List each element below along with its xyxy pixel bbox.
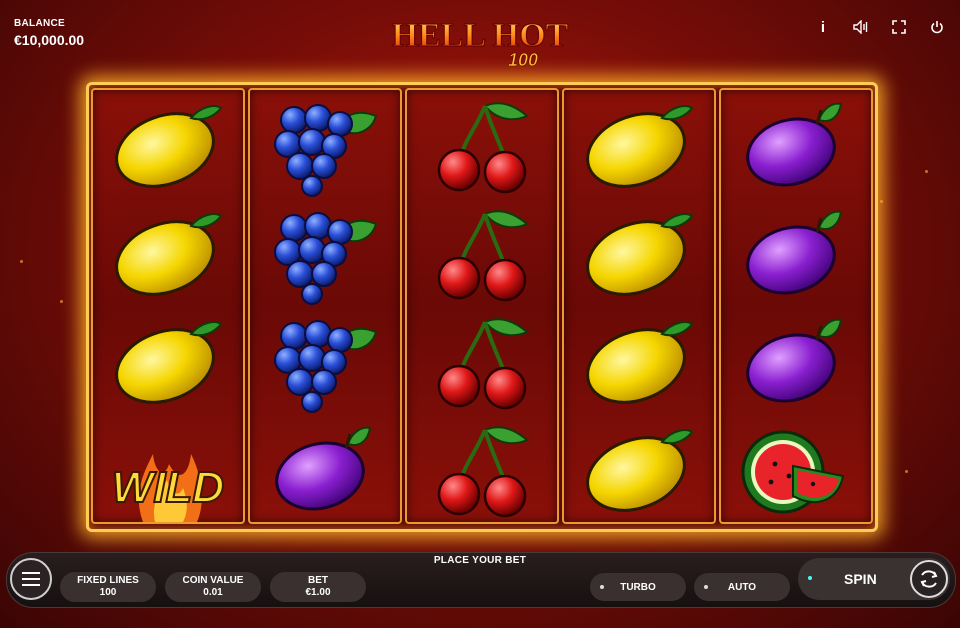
symbol-grapes	[250, 198, 400, 306]
symbol-grapes	[250, 90, 400, 198]
game-logo: HELL HOT 100	[390, 10, 570, 70]
reel-3	[405, 88, 559, 524]
symbol-grapes	[250, 306, 400, 414]
wild-text: WILD	[112, 463, 224, 512]
fixed-lines-display: FIXED LINES 100	[60, 572, 156, 602]
reel-area: WILD	[86, 82, 878, 532]
reel-4	[562, 88, 716, 524]
auto-label: AUTO	[727, 581, 757, 593]
bet-label: BET	[308, 575, 328, 586]
refresh-icon	[920, 570, 938, 588]
symbol-lemon	[93, 306, 243, 414]
symbol-cherry	[407, 306, 557, 414]
symbol-lemon	[564, 198, 714, 306]
bet-selector[interactable]: BET €1.00	[270, 572, 366, 602]
turbo-button[interactable]: TURBO	[590, 573, 686, 601]
turbo-label: TURBO	[620, 581, 656, 593]
auto-indicator	[704, 585, 708, 589]
symbol-plum	[721, 306, 871, 414]
spin-button[interactable]: SPIN	[798, 558, 950, 600]
balance-display: BALANCE €10,000.00	[14, 18, 84, 48]
symbol-wild: WILD	[93, 414, 243, 522]
reel-2	[248, 88, 402, 524]
symbol-watermelon	[721, 414, 871, 522]
menu-button[interactable]	[10, 558, 52, 600]
fullscreen-icon[interactable]	[890, 18, 908, 36]
symbol-lemon	[564, 306, 714, 414]
symbol-plum	[250, 414, 400, 522]
sound-icon[interactable]	[852, 18, 870, 36]
logo-title: HELL HOT	[392, 17, 569, 54]
symbol-cherry	[407, 414, 557, 522]
fixed-lines-label: FIXED LINES	[77, 575, 139, 586]
info-icon[interactable]: i	[814, 18, 832, 36]
symbol-cherry	[407, 90, 557, 198]
turbo-indicator	[600, 585, 604, 589]
symbol-lemon	[564, 90, 714, 198]
symbol-cherry	[407, 198, 557, 306]
reel-5	[719, 88, 873, 524]
coin-value-label: COIN VALUE	[182, 575, 244, 586]
top-toolbar: i	[814, 18, 946, 36]
balance-label: BALANCE	[14, 18, 65, 29]
coin-value-selector[interactable]: COIN VALUE 0.01	[165, 572, 261, 602]
auto-button[interactable]: AUTO	[694, 573, 790, 601]
hamburger-icon	[22, 572, 40, 586]
symbol-lemon	[564, 414, 714, 522]
bet-value: €1.00	[305, 587, 331, 598]
logo-number: 100	[508, 50, 538, 70]
symbol-lemon	[93, 198, 243, 306]
spin-label: SPIN	[844, 571, 877, 587]
symbol-plum	[721, 198, 871, 306]
reel-1: WILD	[91, 88, 245, 524]
symbol-plum	[721, 90, 871, 198]
coin-value-value: 0.01	[203, 587, 223, 598]
power-icon[interactable]	[928, 18, 946, 36]
spin-circle[interactable]	[910, 560, 948, 598]
fixed-lines-value: 100	[99, 587, 117, 598]
balance-value: €10,000.00	[14, 32, 85, 48]
spin-indicator	[808, 576, 812, 580]
symbol-lemon	[93, 90, 243, 198]
